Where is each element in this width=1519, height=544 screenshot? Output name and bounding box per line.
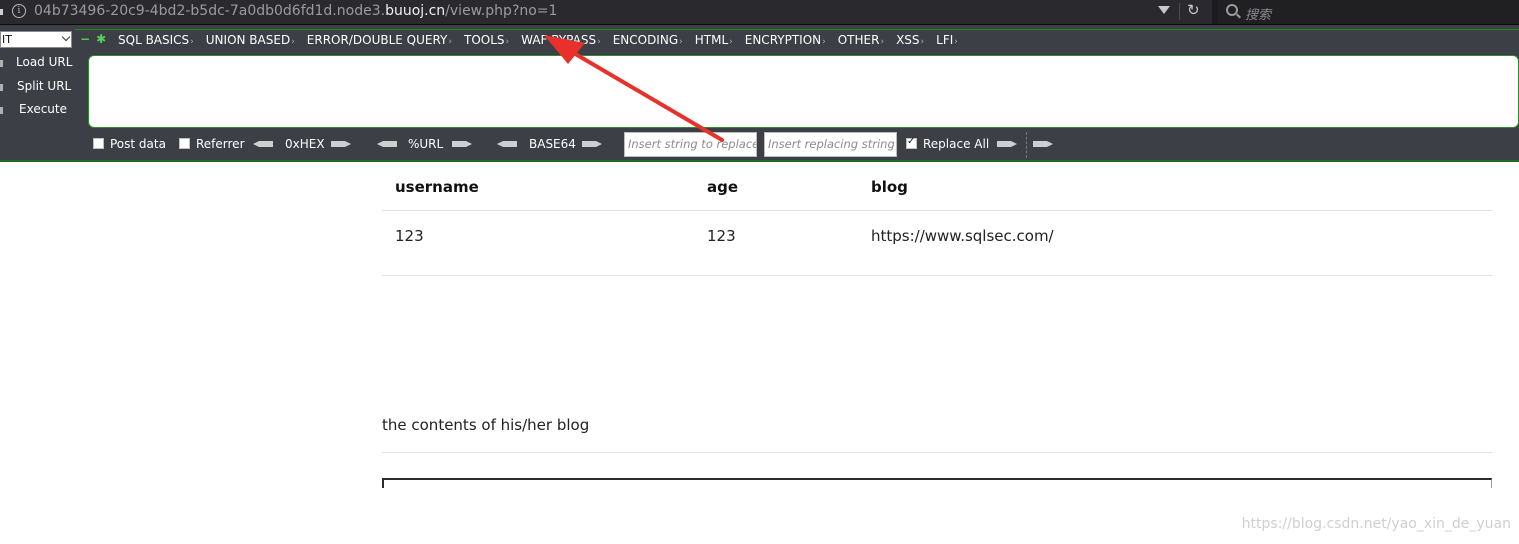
blog-iframe[interactable] [382,478,1492,488]
browser-toolbar: i 04b73496-20c9-4bd2-b5dc-7a0db0d6fd1d.n… [0,0,1519,25]
col-header-username: username [395,178,479,196]
url-decode-icon[interactable] [377,141,397,147]
mode-select-value: IT [2,33,12,46]
load-url-button[interactable]: Load URL [16,55,72,69]
url-field[interactable]: 04b73496-20c9-4bd2-b5dc-7a0db0d6fd1d.nod… [34,3,557,19]
search-placeholder: 搜索 [1245,8,1272,23]
menu-sql-basics[interactable]: SQL BASICS [118,33,194,47]
bullet-icon [0,84,3,91]
menu-encoding[interactable]: ENCODING [613,33,683,47]
hex-decode-icon[interactable] [253,141,273,147]
section-divider [382,452,1492,453]
extra-go-icon[interactable] [1033,141,1053,147]
toolbar-divider [1179,3,1180,20]
menu-error-double-query[interactable]: ERROR/DOUBLE QUERY [307,33,452,47]
blog-contents-text: the contents of his/her blog [382,416,590,434]
url-dropdown-icon[interactable] [1158,6,1170,14]
url-prefix: 04b73496-20c9-4bd2-b5dc-7a0db0d6fd1d.nod… [34,3,386,19]
menu-html[interactable]: HTML [695,33,733,47]
replacing-string-input[interactable]: Insert replacing string [764,132,897,157]
col-header-blog: blog [871,178,908,196]
bar-divider [1026,132,1028,158]
menu-tools[interactable]: TOOLS [464,33,509,47]
hackbar-border [75,29,1519,30]
menu-other[interactable]: OTHER [838,33,884,47]
split-url-button[interactable]: Split URL [17,79,71,93]
cell-blog: https://www.sqlsec.com/ [871,227,1054,245]
hackbar-bottom-bar: Post data Referrer 0xHEX %URL BASE64 Ins… [0,132,1519,158]
menu-encryption[interactable]: ENCRYPTION [745,33,826,47]
minus-icon[interactable]: − [80,32,90,46]
post-data-label: Post data [110,137,166,151]
cell-username: 123 [395,227,424,245]
url-textarea[interactable] [88,55,1519,128]
url-host: buuoj.cn [385,3,446,19]
menu-union-based[interactable]: UNION BASED [206,33,295,47]
post-data-checkbox[interactable] [93,138,104,149]
bullet-icon [0,107,3,114]
referrer-checkbox[interactable] [179,138,190,149]
hackbar-panel: IT −✱ SQL BASICS UNION BASED ERROR/DOUBLE … [0,25,1519,162]
search-icon [1226,4,1238,16]
hackbar-icons: − ✱ [80,32,112,46]
url-label: %URL [408,137,444,151]
referrer-label: Referrer [196,137,245,151]
table-divider [382,275,1492,276]
replace-all-label: Replace All [923,137,990,151]
mode-select[interactable]: IT [0,31,72,48]
menu-lfi[interactable]: LFI [936,33,958,47]
toolbar-edge [0,9,3,15]
replace-go-icon[interactable] [997,141,1017,147]
bullet-icon [0,60,3,67]
table-divider [382,210,1492,211]
url-path: /view.php?no=1 [445,3,558,19]
watermark: https://blog.csdn.net/yao_xin_de_yuan [1241,516,1511,532]
replace-string-input[interactable]: Insert string to replace [624,132,757,157]
hex-label: 0xHEX [285,137,325,151]
replace-all-checkbox[interactable] [906,136,917,149]
menu-xss[interactable]: XSS [896,33,924,47]
asterisk-icon[interactable]: ✱ [96,32,106,46]
col-header-age: age [707,178,739,196]
hackbar-menu: SQL BASICS UNION BASED ERROR/DOUBLE QUERY T… [118,33,970,47]
info-icon[interactable]: i [12,4,26,18]
hex-encode-icon[interactable] [331,141,351,147]
search-box[interactable]: 搜索 [1218,0,1519,24]
menu-waf-bypass[interactable]: WAF BYPASS [521,33,601,47]
chevron-down-icon [61,32,71,42]
cell-age: 123 [707,227,736,245]
base64-decode-icon[interactable] [497,141,517,147]
reload-icon[interactable]: ↻ [1187,1,1200,19]
base64-encode-icon[interactable] [582,141,602,147]
base64-label: BASE64 [529,137,576,151]
url-encode-icon[interactable] [452,141,472,147]
execute-button[interactable]: Execute [19,102,67,116]
